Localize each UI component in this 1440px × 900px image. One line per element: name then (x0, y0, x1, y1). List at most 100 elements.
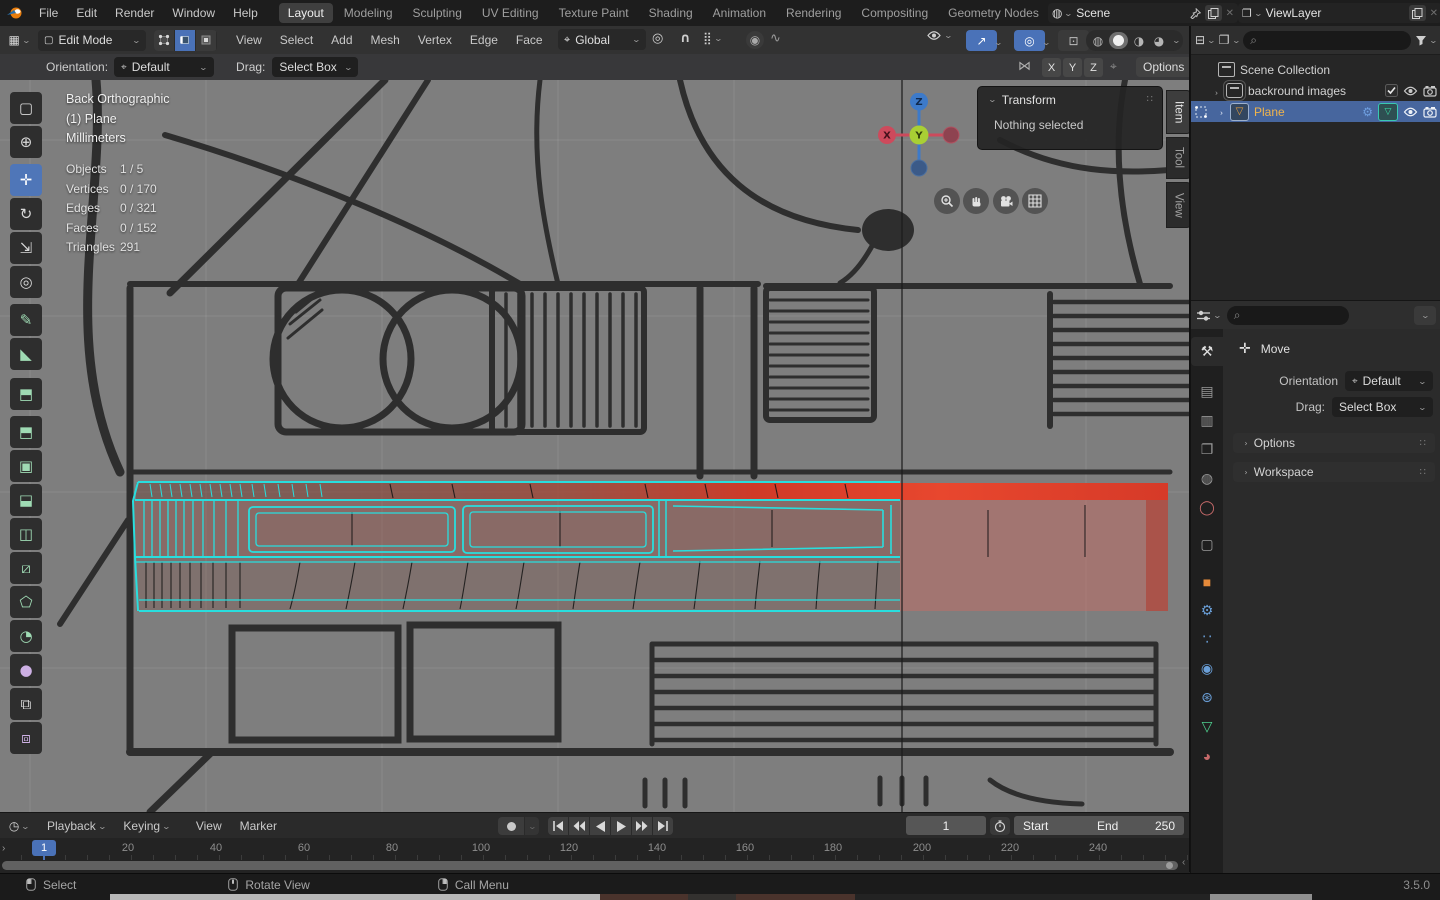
mirror-z-button[interactable]: Z (1084, 58, 1103, 77)
workspace-panel-header[interactable]: ⌄ Workspace ∷ (1233, 462, 1435, 482)
shading-solid-icon[interactable] (1109, 32, 1128, 49)
shading-rendered-icon[interactable]: ◕ (1150, 34, 1168, 48)
expand-arrow-icon[interactable]: › (2, 843, 5, 854)
sidebar-tab-item[interactable]: Item (1166, 90, 1191, 134)
face-select-mode-button[interactable] (196, 30, 217, 51)
outliner-row-plane[interactable]: ⌄ ▽ Plane ⚙ ▽ (1191, 101, 1440, 122)
mirror-x-button[interactable]: X (1042, 58, 1061, 77)
props-tab-output[interactable]: ▥ (1191, 406, 1223, 435)
workspace-tab-animation[interactable]: Animation (704, 3, 775, 23)
gizmo-x-neg-axis[interactable] (943, 127, 959, 143)
workspace-tab-uv-editing[interactable]: UV Editing (473, 3, 548, 23)
tool-inset-faces[interactable]: ▣ (10, 450, 42, 482)
menu-marker[interactable]: Marker (231, 813, 286, 839)
menu-edit[interactable]: Edit (67, 0, 106, 26)
tool-annotate[interactable]: ✎ (10, 304, 42, 336)
workspace-tab-layout[interactable]: Layout (279, 3, 333, 23)
props-tab-physics[interactable]: ◉ (1191, 654, 1223, 683)
props-tab-render[interactable]: ▤ (1191, 377, 1223, 406)
menu-edge[interactable]: Edge (461, 26, 507, 54)
editor-type-timeline-icon[interactable]: ◷⌄ (0, 819, 38, 833)
menu-render[interactable]: Render (106, 0, 163, 26)
tool-transform[interactable]: ◎ (10, 266, 42, 298)
pan-hand-icon[interactable] (963, 188, 989, 214)
snap-base-icon[interactable]: ⌖ (1110, 59, 1117, 74)
keying-set-dropdown[interactable]: ⌄ (525, 817, 539, 835)
tool-add-cube[interactable]: ⬒ (10, 378, 42, 410)
tool-select-box[interactable]: ▢ (10, 92, 42, 124)
mirror-y-button[interactable]: Y (1063, 58, 1082, 77)
gizmo-z-neg-axis[interactable] (911, 160, 927, 176)
props-tab-world[interactable]: ◯ (1191, 493, 1223, 522)
show-hide-dropdown[interactable]: ⌄ (926, 30, 952, 41)
tool-spin[interactable]: ◔ (10, 620, 42, 652)
properties-search-input[interactable]: ⌕ (1227, 306, 1349, 325)
play-button[interactable] (611, 817, 631, 835)
orthographic-toggle-icon[interactable] (1022, 188, 1048, 214)
jump-to-end-button[interactable] (653, 817, 673, 835)
workspace-tab-rendering[interactable]: Rendering (777, 3, 850, 23)
workspace-tab-sculpting[interactable]: Sculpting (404, 3, 471, 23)
blender-logo-icon[interactable] (0, 6, 30, 20)
props-tab-tool[interactable]: ⚒ (1191, 337, 1223, 366)
snap-settings-icon[interactable]: ⣿⌄ (703, 31, 722, 45)
menu-view[interactable]: View (187, 813, 231, 839)
menu-file[interactable]: File (30, 0, 67, 26)
camera-view-icon[interactable] (993, 188, 1019, 214)
overlays-toggle[interactable]: ◎ (1014, 30, 1045, 51)
vertex-select-mode-button[interactable] (154, 30, 175, 51)
tool-loop-cut[interactable]: ◫ (10, 518, 42, 550)
props-tab-modifiers[interactable]: ⚙ (1191, 596, 1223, 625)
scrollbar-end-handle[interactable] (1166, 862, 1173, 869)
workspace-tab-modeling[interactable]: Modeling (335, 3, 402, 23)
pin-icon[interactable] (1190, 8, 1201, 19)
outliner-row-background-images[interactable]: ⌄ backround images (1191, 80, 1440, 101)
checkbox-icon[interactable] (1385, 84, 1398, 97)
props-tab-collection[interactable]: ▢ (1191, 530, 1223, 559)
view-layer-icon[interactable]: ❐⌄ (1242, 7, 1262, 20)
edge-select-mode-button[interactable] (175, 30, 196, 51)
shading-wireframe-icon[interactable]: ◍ (1089, 34, 1107, 48)
tool-knife[interactable]: ⧄ (10, 552, 42, 584)
options-panel-header[interactable]: ⌄ Options ∷ (1233, 433, 1435, 453)
gizmos-toggle[interactable]: ↗ (966, 30, 997, 51)
menu-view[interactable]: View (227, 26, 271, 54)
props-tab-data[interactable]: ▽ (1191, 712, 1223, 741)
properties-options-icon[interactable]: ⌄ (1414, 306, 1436, 325)
scene-name[interactable]: Scene (1076, 6, 1185, 20)
expand-icon[interactable]: ⌄ (1216, 107, 1225, 117)
workspace-tab-geometry-nodes[interactable]: Geometry Nodes (939, 3, 1048, 23)
workspace-tab-compositing[interactable]: Compositing (852, 3, 937, 23)
xray-toggle[interactable]: ⊡ (1058, 30, 1089, 51)
remove-view-layer-icon[interactable]: ✕ (1430, 8, 1438, 19)
proportional-editing-icon[interactable]: ◉ (746, 31, 764, 49)
snap-magnet-icon[interactable]: ∩ (680, 31, 691, 46)
tool-cursor[interactable]: ⊕ (10, 126, 42, 158)
tool-shrink-fatten[interactable]: ⧈ (10, 722, 42, 754)
triangulate-modifier-icon[interactable]: ▽ (1378, 103, 1398, 121)
props-tab-particles[interactable]: ∵ (1191, 625, 1223, 654)
props-tab-constraints[interactable]: ⊛ (1191, 683, 1223, 712)
menu-add[interactable]: Add (322, 26, 361, 54)
menu-vertex[interactable]: Vertex (409, 26, 461, 54)
jump-next-keyframe-button[interactable] (632, 817, 652, 835)
drag-dropdown[interactable]: Select Box ⌄ (272, 57, 358, 77)
editor-type-properties-icon[interactable]: ⌄ (1196, 309, 1221, 322)
drag-handle-icon[interactable]: ∷ (1147, 94, 1154, 105)
transform-panel-title[interactable]: Transform (1002, 93, 1147, 107)
menu-select[interactable]: Select (271, 26, 322, 54)
props-tab-object[interactable]: ■ (1191, 567, 1223, 596)
props-tab-view-layer[interactable]: ❐ (1191, 435, 1223, 464)
current-frame-field[interactable]: 1 (906, 816, 986, 835)
timeline-ruler[interactable]: 20 40 60 80 100 120 140 160 180 200 220 … (0, 838, 1190, 860)
camera-render-visibility-icon[interactable] (1423, 106, 1437, 118)
timeline-scrollbar[interactable] (2, 861, 1178, 870)
stopwatch-icon[interactable] (990, 817, 1010, 835)
drag-dropdown[interactable]: Select Box ⌄ (1332, 397, 1433, 417)
sidebar-tab-tool[interactable]: Tool (1166, 137, 1191, 179)
overlays-dropdown[interactable]: ⌄ (1042, 38, 1051, 47)
outliner-row-scene-collection[interactable]: Scene Collection (1191, 59, 1440, 80)
shading-material-icon[interactable]: ◑ (1130, 34, 1148, 48)
zoom-icon[interactable] (934, 188, 960, 214)
menu-window[interactable]: Window (163, 0, 224, 26)
